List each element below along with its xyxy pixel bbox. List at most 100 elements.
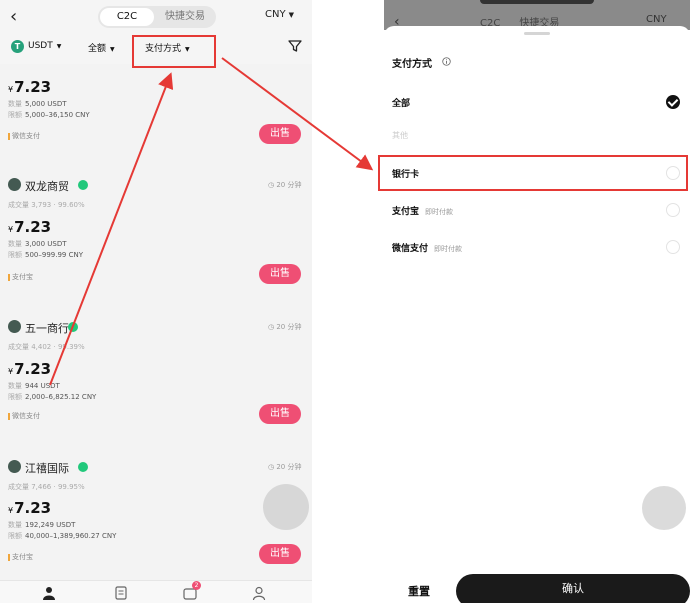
option-sub: 即时付款 [434,245,463,253]
payment-tag: 微信支付 [8,131,40,141]
option-label: 全部 [392,99,411,109]
pay-time-value: 20 分钟 [276,181,302,189]
sheet-drag-handle[interactable] [524,32,550,35]
tab-c2c[interactable]: C2C [100,8,154,26]
floating-assistive-button[interactable] [263,484,309,530]
option-label: 支付宝 [392,207,420,217]
option-label: 其他 [392,131,408,140]
currency-symbol: ¥ [8,225,14,234]
verified-badge-icon [68,322,78,332]
listing-card: 五一商行 ◷ 20 分钟 成交量 4,402 · 99.39% ¥7.23 数量… [0,320,312,430]
merchant-stats: 成交量 3,793 · 99.60% [8,201,85,209]
quantity-label: 数量 [8,240,22,248]
caret-down-icon: ▼ [110,46,115,53]
limit-value: 2,000–6,825.12 CNY [25,393,97,401]
pay-time: ◷ 20 分钟 [268,181,302,189]
listing-card: ¥7.23 数量 5,000 USDT 限额 5,000–36,150 CNY 微信… [0,64,312,156]
option-sub: 即时付款 [425,208,454,216]
filter-funnel-icon[interactable] [288,39,302,53]
price-value: 7.23 [14,218,52,236]
currency-symbol: ¥ [8,367,14,376]
option-all[interactable]: 全部 [392,96,410,109]
quantity-value: 3,000 USDT [25,240,67,248]
avatar [8,460,21,473]
price-value: 7.23 [14,499,52,517]
payment-tag-label: 微信支付 [12,412,40,420]
payment-tag: 微信支付 [8,411,40,421]
sell-button[interactable]: 出售 [259,404,301,424]
limit-label: 限额 [8,532,22,540]
payment-method-sheet-screen: ‹ C2C 快捷交易 CNY 支付方式 全部 其他 银行卡 支付宝 即时付款 微信… [384,0,690,603]
listing-card: 双龙商贸 ◷ 20 分钟 成交量 3,793 · 99.60% ¥7.23 数量… [0,178,312,288]
sheet-title: 支付方式 [392,59,432,70]
merchant-stats: 成交量 4,402 · 99.39% [8,343,85,351]
merchant-name: 双龙商贸 [25,180,69,193]
limit-label: 限额 [8,251,22,259]
currency-label: CNY [265,9,286,20]
amount-filter-label: 全额 [88,44,107,54]
bottom-nav: 2 [0,580,312,603]
radio-unselected-icon[interactable] [666,240,680,254]
confirm-button[interactable]: 确认 [456,574,690,603]
currency-selector[interactable]: CNY ▼ [265,9,294,20]
limit-label: 限额 [8,393,22,401]
limit-row: 限额 5,000–36,150 CNY [8,110,90,120]
currency-symbol: ¥ [8,85,14,94]
sell-button[interactable]: 出售 [259,264,301,284]
option-other[interactable]: 其他 [392,130,408,141]
quantity-value: 5,000 USDT [25,100,67,108]
sell-button[interactable]: 出售 [259,544,301,564]
limit-row: 限额 2,000–6,825.12 CNY [8,392,96,402]
limit-value: 40,000–1,389,960.27 CNY [25,532,117,540]
quantity-row: 数量 5,000 USDT [8,99,67,109]
profile-icon[interactable] [252,586,266,600]
payment-marker [8,132,10,140]
quantity-value: 192,249 USDT [25,521,76,529]
reset-button[interactable]: 重置 [408,583,430,599]
amount-filter[interactable]: 全额 ▼ [88,41,115,54]
quantity-row: 数量 3,000 USDT [8,239,67,249]
checkmark-selected-icon[interactable] [666,95,680,109]
info-icon[interactable] [442,57,451,66]
payment-tag-label: 支付宝 [12,553,33,561]
back-chevron-icon[interactable]: ‹ [10,6,17,27]
pay-time-value: 20 分钟 [276,323,302,331]
users-icon[interactable] [42,586,56,600]
payment-tag-label: 支付宝 [12,273,33,281]
currency-selector: CNY [646,14,667,25]
limit-value: 500–999.99 CNY [25,251,83,259]
quantity-row: 数量 192,249 USDT [8,520,75,530]
pay-time: ◷ 20 分钟 [268,323,302,331]
pay-time: ◷ 20 分钟 [268,463,302,471]
sell-button[interactable]: 出售 [259,124,301,144]
floating-assistive-button[interactable] [642,486,686,530]
limit-row: 限额 500–999.99 CNY [8,250,83,260]
top-bar: ‹ C2C 快捷交易 CNY ▼ [0,0,312,34]
screenshot-composite: ‹ C2C 快捷交易 CNY ▼ T USDT ▼ 全额 ▼ 支付方式 ▼ ¥7.23 … [0,0,690,603]
merchant-stats: 成交量 7,466 · 99.95% [8,483,85,491]
messages-nav[interactable]: 2 [183,581,201,600]
option-wechat-pay[interactable]: 微信支付 即时付款 [392,241,462,254]
tab-quick-trade[interactable]: 快捷交易 [156,8,214,26]
radio-unselected-icon[interactable] [666,203,680,217]
option-alipay[interactable]: 支付宝 即时付款 [392,204,453,217]
quantity-label: 数量 [8,382,22,390]
merchant-name: 江禧国际 [25,462,69,475]
payment-marker [8,553,10,561]
currency-symbol: ¥ [8,506,14,515]
coin-filter[interactable]: USDT ▼ [28,41,61,51]
tether-coin-icon: T [11,40,24,53]
avatar [8,178,21,191]
payment-marker [8,412,10,420]
price-value: 7.23 [14,78,52,96]
notch [480,0,594,4]
c2c-list-screen: ‹ C2C 快捷交易 CNY ▼ T USDT ▼ 全额 ▼ 支付方式 ▼ ¥7.23 … [0,0,312,603]
payment-tag: 支付宝 [8,272,33,282]
orders-icon[interactable] [114,586,128,600]
pay-time-value: 20 分钟 [276,463,302,471]
caret-down-icon: ▼ [56,43,62,50]
quantity-row: 数量 944 USDT [8,381,60,391]
caret-down-icon: ▼ [288,11,294,19]
payment-marker [8,273,10,281]
quantity-value: 944 USDT [25,382,60,390]
